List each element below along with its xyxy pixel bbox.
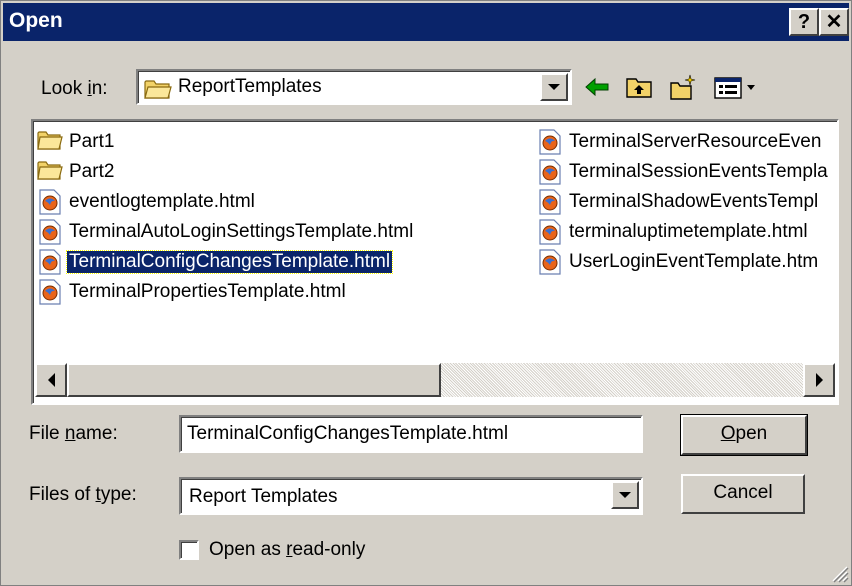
- file-item[interactable]: UserLoginEventTemplate.htm: [537, 247, 837, 277]
- back-arrow-icon[interactable]: [583, 73, 611, 101]
- file-item[interactable]: eventlogtemplate.html: [37, 187, 533, 217]
- file-item-label: TerminalConfigChangesTemplate.html: [65, 250, 394, 274]
- look-in-label: Look in:: [41, 78, 108, 99]
- html-file-icon: [537, 219, 563, 245]
- read-only-row[interactable]: Open as read-only: [179, 539, 365, 561]
- open-dialog: Open ? ✕ Look in: ReportTemplates Part1 …: [0, 0, 852, 586]
- scroll-right-button[interactable]: [803, 363, 835, 397]
- file-item[interactable]: TerminalPropertiesTemplate.html: [37, 277, 533, 307]
- file-name-label: File name:: [29, 423, 118, 444]
- file-item[interactable]: TerminalSessionEventsTempla: [537, 157, 837, 187]
- file-item-label: UserLoginEventTemplate.htm: [569, 251, 819, 272]
- html-file-icon: [37, 189, 63, 215]
- file-item-label: terminaluptimetemplate.html: [569, 221, 808, 242]
- file-item-label: TerminalPropertiesTemplate.html: [69, 281, 346, 302]
- file-item-label: TerminalAutoLoginSettingsTemplate.html: [69, 221, 414, 242]
- file-item[interactable]: terminaluptimetemplate.html: [537, 217, 837, 247]
- close-button[interactable]: ✕: [819, 8, 849, 36]
- scrollbar-thumb[interactable]: [67, 363, 441, 397]
- html-file-icon: [537, 249, 563, 275]
- scroll-left-button[interactable]: [35, 363, 67, 397]
- html-file-icon: [37, 249, 63, 275]
- up-one-level-icon[interactable]: [625, 73, 653, 101]
- files-of-type-dropdown-button[interactable]: [611, 481, 639, 509]
- file-list[interactable]: Part1 Part2 eventlogtemplate.html TerminalA…: [31, 119, 839, 405]
- folder-icon: [144, 80, 172, 99]
- file-item[interactable]: TerminalAutoLoginSettingsTemplate.html: [37, 217, 533, 247]
- file-name-field-box: [179, 415, 643, 453]
- html-file-icon: [37, 279, 63, 305]
- files-of-type-value: Report Templates: [189, 486, 338, 507]
- arrow-left-icon: [47, 373, 55, 387]
- html-file-icon: [537, 159, 563, 185]
- html-file-icon: [537, 129, 563, 155]
- file-item-label: TerminalShadowEventsTempl: [569, 191, 819, 212]
- arrow-right-icon: [815, 373, 823, 387]
- chevron-down-icon: [619, 492, 631, 498]
- title-bar[interactable]: Open ? ✕: [3, 3, 849, 41]
- file-item-label: TerminalServerResourceEven: [569, 131, 822, 152]
- file-item[interactable]: TerminalShadowEventsTempl: [537, 187, 837, 217]
- dialog-title: Open: [9, 9, 63, 32]
- file-item-label: Part1: [69, 131, 115, 152]
- read-only-label[interactable]: Open as read-only: [209, 539, 365, 561]
- file-item-label: eventlogtemplate.html: [69, 191, 255, 212]
- file-item[interactable]: TerminalConfigChangesTemplate.html: [37, 247, 533, 277]
- html-file-icon: [37, 219, 63, 245]
- view-menu-icon[interactable]: [713, 73, 761, 101]
- file-item[interactable]: TerminalServerResourceEven: [537, 127, 837, 157]
- close-icon: ✕: [825, 11, 843, 33]
- look-in-value: ReportTemplates: [178, 76, 322, 97]
- file-item-label: TerminalSessionEventsTempla: [569, 161, 828, 182]
- help-button[interactable]: ?: [789, 8, 819, 36]
- folder-icon: [37, 159, 63, 185]
- read-only-checkbox[interactable]: [179, 540, 199, 560]
- folder-item[interactable]: Part2: [37, 157, 533, 187]
- file-name-input[interactable]: [187, 423, 627, 445]
- new-folder-icon[interactable]: [669, 73, 697, 101]
- html-file-icon: [537, 189, 563, 215]
- chevron-down-icon: [548, 84, 560, 90]
- look-in-combo[interactable]: ReportTemplates: [136, 69, 572, 105]
- files-of-type-label: Files of type:: [29, 484, 137, 505]
- horizontal-scrollbar[interactable]: [35, 363, 835, 397]
- files-of-type-combo[interactable]: Report Templates: [179, 477, 643, 515]
- resize-grip-icon[interactable]: [827, 561, 849, 583]
- folder-item[interactable]: Part1: [37, 127, 533, 157]
- look-in-dropdown-button[interactable]: [540, 73, 568, 101]
- cancel-button[interactable]: Cancel: [681, 474, 805, 514]
- folder-icon: [37, 129, 63, 155]
- file-item-label: Part2: [69, 161, 115, 182]
- open-button[interactable]: Open: [680, 414, 808, 456]
